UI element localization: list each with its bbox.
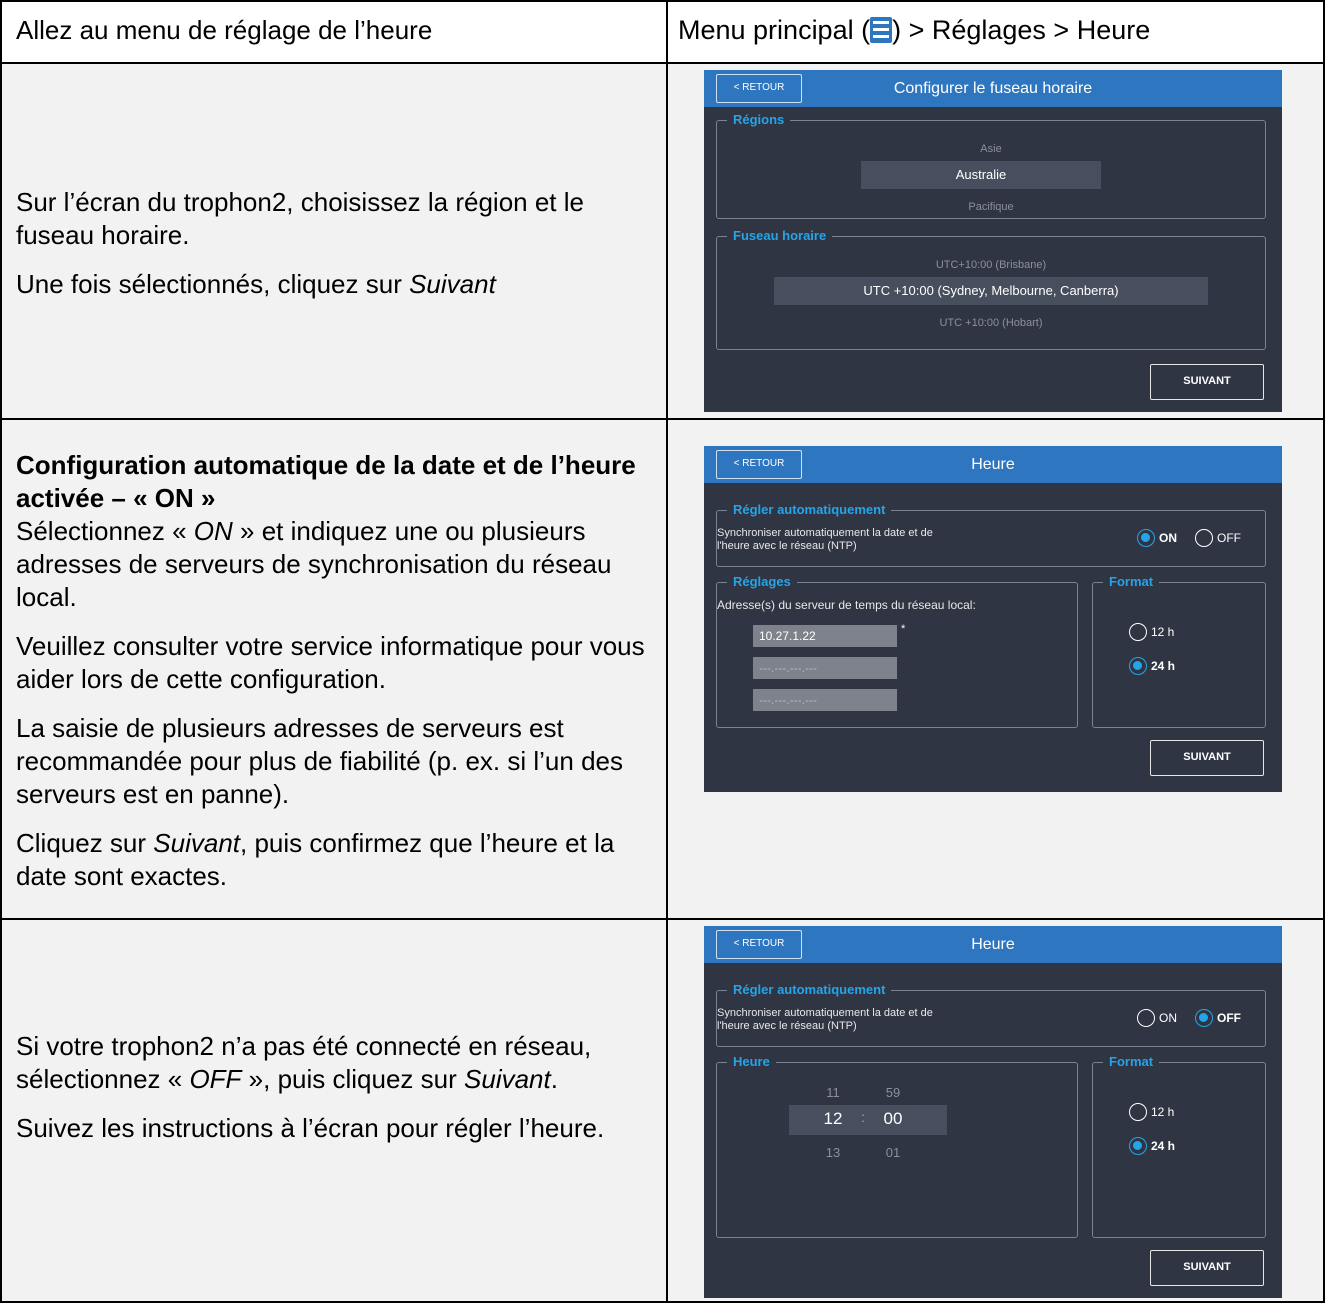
settings-group: Réglages Adresse(s) du serveur de temps … bbox=[716, 573, 1078, 728]
regions-group: Régions Asie Australie Pacifique bbox=[716, 111, 1266, 219]
format-24h-radio[interactable]: 24 h bbox=[1129, 657, 1175, 675]
format-24h-radio[interactable]: 24 h bbox=[1129, 1137, 1175, 1155]
format-12h-radio[interactable]: 12 h bbox=[1129, 1103, 1174, 1121]
ntp-server-field-2[interactable]: ---.---.---.--- bbox=[753, 657, 897, 679]
timezone-selected[interactable]: UTC +10:00 (Sydney, Melbourne, Canberra) bbox=[774, 277, 1208, 305]
server-label: Adresse(s) du serveur de temps du réseau… bbox=[717, 598, 976, 612]
ntp-on-radio[interactable]: ON bbox=[1137, 1009, 1177, 1027]
format-group: Format 12 h 24 h bbox=[1092, 573, 1266, 728]
format-group: Format 12 h 24 h bbox=[1092, 1053, 1266, 1238]
row3-text: Configuration automatique de la date et … bbox=[16, 449, 656, 893]
radio-selected-icon bbox=[1129, 657, 1147, 675]
row4-text: Si votre trophon2 n’a pas été connecté e… bbox=[16, 1031, 605, 1143]
timezone-screen: < RETOUR Configurer le fuseau horaire Ré… bbox=[704, 70, 1282, 412]
format-12h-radio[interactable]: 12 h bbox=[1129, 623, 1174, 641]
radio-icon bbox=[1129, 1103, 1147, 1121]
required-mark: * bbox=[901, 623, 906, 635]
region-option[interactable]: Pacifique bbox=[717, 201, 1265, 213]
settings-legend: Réglages bbox=[727, 573, 797, 591]
radio-icon bbox=[1137, 1009, 1155, 1027]
format-legend: Format bbox=[1103, 573, 1160, 591]
timezone-group: Fuseau horaire UTC+10:00 (Brisbane) UTC … bbox=[716, 227, 1266, 350]
title-bar: < RETOUR Heure bbox=[704, 926, 1282, 963]
timezone-option[interactable]: UTC +10:00 (Hobart) bbox=[717, 317, 1265, 329]
auto-sync-legend: Régler automatiquement bbox=[727, 981, 892, 999]
sync-description: Synchroniser automatiquement la date et … bbox=[717, 527, 933, 552]
ntp-off-radio[interactable]: OFF bbox=[1195, 529, 1241, 547]
row2-text: Sur l’écran du trophon2, choisissez la r… bbox=[16, 187, 584, 299]
row1-menu-path: Menu principal () > Réglages > Heure bbox=[678, 15, 1151, 45]
time-manual-screen: < RETOUR Heure Régler automatiquement Sy… bbox=[704, 926, 1282, 1298]
screen-title: Heure bbox=[971, 936, 1015, 953]
hour-option[interactable]: 11 bbox=[803, 1085, 863, 1100]
next-button[interactable]: SUIVANT bbox=[1150, 740, 1264, 776]
minute-selected[interactable]: 00 bbox=[863, 1109, 923, 1129]
next-button[interactable]: SUIVANT bbox=[1150, 364, 1264, 400]
timezone-legend: Fuseau horaire bbox=[727, 227, 833, 245]
minute-option[interactable]: 01 bbox=[863, 1145, 923, 1160]
ntp-server-field-3[interactable]: ---.---.---.--- bbox=[753, 689, 897, 711]
region-selected[interactable]: Australie bbox=[861, 161, 1101, 189]
region-option[interactable]: Asie bbox=[717, 143, 1265, 155]
screen-title: Configurer le fuseau horaire bbox=[893, 80, 1093, 97]
sync-description: Synchroniser automatiquement la date et … bbox=[717, 1007, 933, 1032]
format-legend: Format bbox=[1103, 1053, 1160, 1071]
timezone-option[interactable]: UTC+10:00 (Brisbane) bbox=[717, 259, 1265, 271]
radio-icon bbox=[1195, 529, 1213, 547]
row1-instruction: Allez au menu de réglage de l’heure bbox=[16, 15, 433, 45]
hamburger-menu-icon bbox=[870, 17, 893, 43]
radio-icon bbox=[1129, 623, 1147, 641]
minute-option[interactable]: 59 bbox=[863, 1085, 923, 1100]
radio-selected-icon bbox=[1195, 1009, 1213, 1027]
auto-sync-group: Régler automatiquement Synchroniser auto… bbox=[716, 501, 1266, 567]
time-group: Heure 11 59 12 : 00 13 01 bbox=[716, 1053, 1078, 1238]
title-bar: < RETOUR Configurer le fuseau horaire bbox=[704, 70, 1282, 107]
ntp-off-radio[interactable]: OFF bbox=[1195, 1009, 1241, 1027]
regions-legend: Régions bbox=[727, 111, 791, 129]
screen-title: Heure bbox=[971, 456, 1015, 473]
auto-sync-group: Régler automatiquement Synchroniser auto… bbox=[716, 981, 1266, 1047]
row3-heading: Configuration automatique de la date et … bbox=[16, 450, 636, 513]
title-bar: < RETOUR Heure bbox=[704, 446, 1282, 483]
auto-sync-legend: Régler automatiquement bbox=[727, 501, 892, 519]
radio-selected-icon bbox=[1137, 529, 1155, 547]
radio-selected-icon bbox=[1129, 1137, 1147, 1155]
ntp-on-radio[interactable]: ON bbox=[1137, 529, 1177, 547]
time-ntp-on-screen: < RETOUR Heure Régler automatiquement Sy… bbox=[704, 446, 1282, 792]
instruction-table: Allez au menu de réglage de l’heure Menu… bbox=[0, 0, 1325, 1303]
hour-option[interactable]: 13 bbox=[803, 1145, 863, 1160]
next-button[interactable]: SUIVANT bbox=[1150, 1250, 1264, 1286]
time-legend: Heure bbox=[727, 1053, 776, 1071]
ntp-server-field-1[interactable]: 10.27.1.22 bbox=[753, 625, 897, 647]
